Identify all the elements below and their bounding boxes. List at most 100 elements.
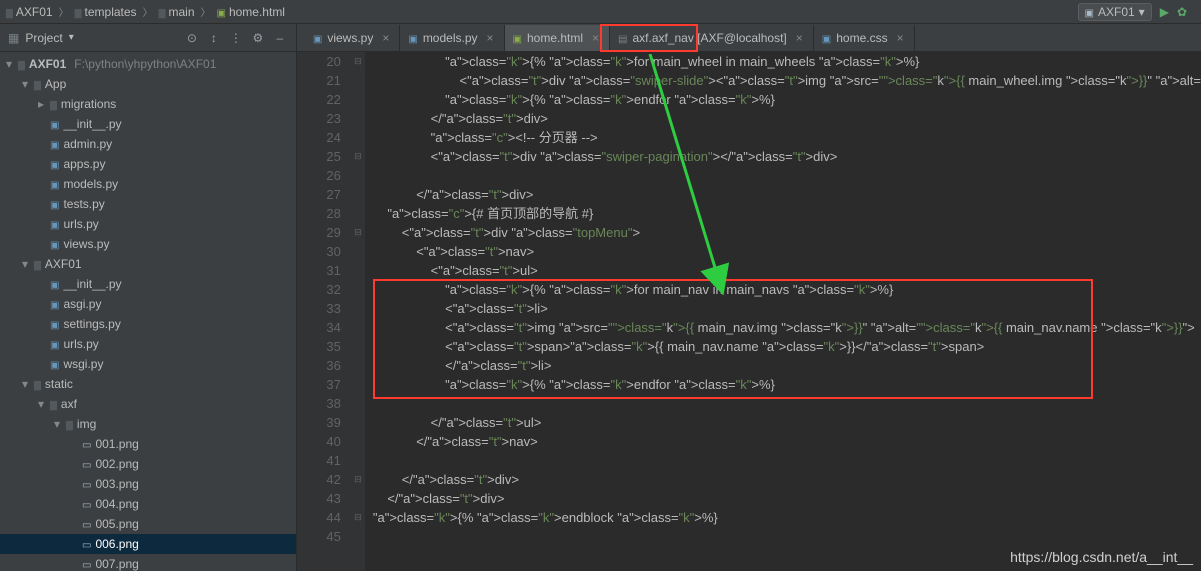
editor-tab[interactable]: home.css	[814, 25, 915, 51]
tree-row[interactable]: 001.png	[0, 434, 296, 454]
code-line[interactable]	[373, 166, 1201, 185]
tree-row[interactable]: tests.py	[0, 194, 296, 214]
breadcrumb-item[interactable]: AXF01	[6, 5, 53, 19]
code-line[interactable]: "a">class="k">{% "a">class="k">endblock …	[373, 508, 1201, 527]
code-line[interactable]: <"a">class="t">div "a">class="swiper-sli…	[373, 71, 1201, 90]
tree-row[interactable]: views.py	[0, 234, 296, 254]
close-icon[interactable]	[588, 31, 599, 45]
png-icon	[82, 557, 91, 571]
folder-icon	[66, 417, 73, 431]
breadcrumb-item[interactable]: templates	[75, 5, 137, 19]
editor-tab[interactable]: home.html	[505, 25, 611, 51]
editor-tab[interactable]: axf.axf_nav [AXF@localhost]	[610, 25, 814, 51]
close-icon[interactable]	[893, 31, 904, 45]
tree-row[interactable]: App	[0, 74, 296, 94]
tab-label: axf.axf_nav [AXF@localhost]	[632, 31, 786, 45]
tree-row[interactable]: 003.png	[0, 474, 296, 494]
code-line[interactable]: "a">class="k">{% "a">class="k">endfor "a…	[373, 90, 1201, 109]
tree-row[interactable]: 005.png	[0, 514, 296, 534]
tree-label: settings.py	[63, 317, 120, 331]
code-line[interactable]: </"a">class="t">div>	[373, 109, 1201, 128]
tree-label: 002.png	[95, 457, 138, 471]
tree-row[interactable]: wsgi.py	[0, 354, 296, 374]
tree-row[interactable]: __init__.py	[0, 114, 296, 134]
code-line[interactable]: <"a">class="t">img "a">src="">class="k">…	[373, 318, 1201, 337]
code-line[interactable]: <"a">class="t">div "a">class="topMenu">	[373, 223, 1201, 242]
fold-column[interactable]	[351, 52, 365, 571]
tree-row[interactable]: models.py	[0, 174, 296, 194]
tree-row[interactable]: urls.py	[0, 214, 296, 234]
tree-row[interactable]: asgi.py	[0, 294, 296, 314]
code-line[interactable]: <"a">class="t">div "a">class="swiper-pag…	[373, 147, 1201, 166]
tree-label: migrations	[61, 97, 116, 111]
editor-tab[interactable]: models.py	[400, 25, 504, 51]
code-line[interactable]: <"a">class="t">ul>	[373, 261, 1201, 280]
code-line[interactable]: </"a">class="t">div>	[373, 470, 1201, 489]
tree-row[interactable]: admin.py	[0, 134, 296, 154]
code-line[interactable]: </"a">class="t">div>	[373, 185, 1201, 204]
breadcrumb-item[interactable]: main	[159, 5, 195, 19]
expand-all-icon[interactable]	[206, 30, 222, 46]
tree-row[interactable]: apps.py	[0, 154, 296, 174]
gear-icon[interactable]	[250, 30, 266, 46]
py-icon	[50, 157, 59, 171]
code-line[interactable]: "a">class="k">{% "a">class="k">for main_…	[373, 280, 1201, 299]
tree-row-root[interactable]: AXF01 F:\python\yhpython\AXF01	[0, 54, 296, 74]
run-button[interactable]	[1160, 5, 1169, 19]
code-line[interactable]	[373, 451, 1201, 470]
run-config-selector[interactable]: AXF01 ▾	[1078, 3, 1152, 21]
tree-row[interactable]: axf	[0, 394, 296, 414]
close-icon[interactable]	[378, 31, 389, 45]
tree-row[interactable]: settings.py	[0, 314, 296, 334]
tree-row[interactable]: 004.png	[0, 494, 296, 514]
close-icon[interactable]	[483, 31, 494, 45]
tree-row[interactable]: 002.png	[0, 454, 296, 474]
tree-row[interactable]: 006.png	[0, 534, 296, 554]
breadcrumb: AXF01 templates main home.html	[6, 4, 1078, 19]
close-icon[interactable]	[792, 31, 803, 45]
code-line[interactable]: "a">class="c"><!-- 分页器 -->	[373, 128, 1201, 147]
code-line[interactable]: "a">class="k">{% "a">class="k">endfor "a…	[373, 375, 1201, 394]
folder-icon	[34, 377, 41, 391]
tree-label: AXF01	[45, 257, 82, 271]
tree-row[interactable]: __init__.py	[0, 274, 296, 294]
py-icon	[313, 31, 322, 45]
folder-icon	[159, 5, 166, 19]
tree-label: urls.py	[63, 217, 98, 231]
py-icon	[50, 137, 59, 151]
code-line[interactable]: <"a">class="t">li>	[373, 299, 1201, 318]
code-line[interactable]	[373, 527, 1201, 546]
code-line[interactable]: "a">class="k">{% "a">class="k">for main_…	[373, 52, 1201, 71]
project-tree[interactable]: AXF01 F:\python\yhpython\AXF01 App migrat…	[0, 52, 296, 571]
code-line[interactable]: </"a">class="t">ul>	[373, 413, 1201, 432]
tree-row[interactable]: static	[0, 374, 296, 394]
code-line[interactable]	[373, 394, 1201, 413]
tree-row[interactable]: img	[0, 414, 296, 434]
code-line[interactable]: </"a">class="t">nav>	[373, 432, 1201, 451]
select-opened-icon[interactable]	[184, 30, 200, 46]
tree-label: 004.png	[95, 497, 138, 511]
code-line[interactable]: "a">class="c">{# 首页顶部的导航 #}	[373, 204, 1201, 223]
hide-panel-icon[interactable]	[272, 30, 288, 46]
code-line[interactable]: <"a">class="t">span>"a">class="k">{{ mai…	[373, 337, 1201, 356]
py-icon	[50, 117, 59, 131]
code-line[interactable]: </"a">class="t">li>	[373, 356, 1201, 375]
tree-label: 001.png	[95, 437, 138, 451]
tree-label: apps.py	[63, 157, 105, 171]
py-icon	[50, 237, 59, 251]
code-line[interactable]: <"a">class="t">nav>	[373, 242, 1201, 261]
folder-icon	[50, 97, 57, 111]
tree-row[interactable]: AXF01	[0, 254, 296, 274]
breadcrumb-item[interactable]: home.html	[217, 5, 285, 19]
editor-tab[interactable]: views.py	[305, 25, 400, 51]
tree-row[interactable]: migrations	[0, 94, 296, 114]
tree-row[interactable]: 007.png	[0, 554, 296, 571]
run-settings-button[interactable]	[1177, 5, 1187, 19]
tree-row[interactable]: urls.py	[0, 334, 296, 354]
code-lines[interactable]: "a">class="k">{% "a">class="k">for main_…	[365, 52, 1201, 571]
folder-icon	[6, 5, 13, 19]
django-icon	[1085, 5, 1094, 19]
code-line[interactable]: </"a">class="t">div>	[373, 489, 1201, 508]
code-editor[interactable]: 2021222324252627282930313233343536373839…	[297, 52, 1201, 571]
folder-icon	[18, 57, 25, 71]
